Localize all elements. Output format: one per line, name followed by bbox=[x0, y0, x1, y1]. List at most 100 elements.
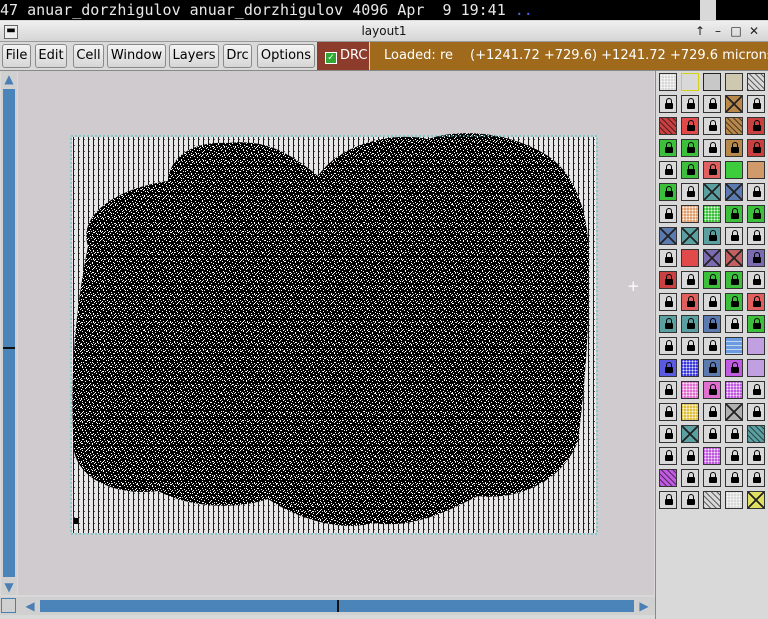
layer-swatch[interactable] bbox=[681, 205, 699, 223]
layer-swatch[interactable] bbox=[681, 73, 699, 91]
vertical-scroll-track[interactable] bbox=[3, 89, 15, 577]
layer-swatch[interactable] bbox=[681, 227, 699, 245]
layer-swatch[interactable] bbox=[703, 227, 721, 245]
vertical-scroll-marker[interactable] bbox=[3, 347, 15, 349]
layer-swatch[interactable] bbox=[703, 161, 721, 179]
layer-swatch[interactable] bbox=[681, 381, 699, 399]
layer-swatch[interactable] bbox=[725, 161, 743, 179]
layer-swatch[interactable] bbox=[725, 491, 743, 509]
layer-swatch[interactable] bbox=[725, 249, 743, 267]
layer-swatch[interactable] bbox=[725, 271, 743, 289]
layer-swatch[interactable] bbox=[725, 205, 743, 223]
layer-swatch[interactable] bbox=[747, 359, 765, 377]
layer-swatch[interactable] bbox=[747, 161, 765, 179]
layer-swatch[interactable] bbox=[681, 117, 699, 135]
layer-swatch[interactable] bbox=[703, 469, 721, 487]
layer-swatch[interactable] bbox=[703, 359, 721, 377]
layer-swatch[interactable] bbox=[725, 359, 743, 377]
layer-swatch[interactable] bbox=[725, 469, 743, 487]
close-icon[interactable]: ✕ bbox=[746, 23, 762, 39]
layer-swatch[interactable] bbox=[703, 293, 721, 311]
layer-swatch[interactable] bbox=[681, 293, 699, 311]
layer-swatch[interactable] bbox=[725, 293, 743, 311]
drc-toggle[interactable]: ✓ DRC bbox=[317, 42, 369, 70]
layer-swatch[interactable] bbox=[659, 359, 677, 377]
layer-swatch[interactable] bbox=[725, 403, 743, 421]
layer-swatch[interactable] bbox=[703, 183, 721, 201]
window-titlebar[interactable]: ▬ layout1 ↑ – □ ✕ bbox=[0, 21, 768, 42]
layer-swatch[interactable] bbox=[681, 469, 699, 487]
horizontal-scroll-marker[interactable] bbox=[337, 600, 339, 612]
layer-swatch[interactable] bbox=[659, 337, 677, 355]
layer-swatch[interactable] bbox=[659, 293, 677, 311]
layer-swatch[interactable] bbox=[681, 447, 699, 465]
layer-swatch[interactable] bbox=[747, 249, 765, 267]
layer-swatch[interactable] bbox=[681, 139, 699, 157]
layer-swatch[interactable] bbox=[659, 161, 677, 179]
layer-swatch[interactable] bbox=[681, 249, 699, 267]
shade-up-icon[interactable]: ↑ bbox=[692, 23, 708, 39]
layer-swatch[interactable] bbox=[681, 425, 699, 443]
horizontal-scrollbar[interactable]: ◀ ▶ bbox=[0, 597, 655, 615]
layer-swatch[interactable] bbox=[725, 95, 743, 113]
layer-swatch[interactable] bbox=[659, 447, 677, 465]
minimize-icon[interactable]: – bbox=[710, 23, 726, 39]
layer-swatch[interactable] bbox=[747, 183, 765, 201]
menu-file[interactable]: File bbox=[2, 44, 31, 68]
layer-swatch[interactable] bbox=[681, 403, 699, 421]
layer-swatch[interactable] bbox=[747, 491, 765, 509]
menu-layers[interactable]: Layers bbox=[169, 44, 219, 68]
layer-swatch[interactable] bbox=[659, 95, 677, 113]
layer-swatch[interactable] bbox=[659, 205, 677, 223]
menu-options[interactable]: Options bbox=[257, 44, 315, 68]
layer-swatch[interactable] bbox=[681, 183, 699, 201]
layer-swatch[interactable] bbox=[659, 271, 677, 289]
layer-swatch[interactable] bbox=[725, 315, 743, 333]
layer-swatch[interactable] bbox=[725, 227, 743, 245]
scroll-corner-icon[interactable] bbox=[1, 598, 16, 613]
layer-swatch[interactable] bbox=[725, 139, 743, 157]
layer-swatch[interactable] bbox=[725, 183, 743, 201]
layer-swatch[interactable] bbox=[747, 425, 765, 443]
layer-swatch[interactable] bbox=[747, 447, 765, 465]
layer-swatch[interactable] bbox=[659, 139, 677, 157]
layer-swatch[interactable] bbox=[659, 403, 677, 421]
layer-swatch[interactable] bbox=[725, 447, 743, 465]
layer-swatch[interactable] bbox=[703, 447, 721, 465]
layer-swatch[interactable] bbox=[681, 359, 699, 377]
layer-swatch[interactable] bbox=[747, 293, 765, 311]
layer-swatch[interactable] bbox=[747, 403, 765, 421]
layer-swatch[interactable] bbox=[681, 337, 699, 355]
layer-swatch[interactable] bbox=[747, 205, 765, 223]
menu-edit[interactable]: Edit bbox=[35, 44, 67, 68]
layer-swatch[interactable] bbox=[747, 469, 765, 487]
layer-swatch[interactable] bbox=[747, 271, 765, 289]
menu-drc[interactable]: Drc bbox=[223, 44, 252, 68]
layer-swatch[interactable] bbox=[681, 491, 699, 509]
layer-swatch[interactable] bbox=[703, 73, 721, 91]
layer-swatch[interactable] bbox=[659, 315, 677, 333]
layer-swatch[interactable] bbox=[747, 73, 765, 91]
layer-swatch[interactable] bbox=[659, 183, 677, 201]
layer-swatch[interactable] bbox=[747, 139, 765, 157]
layer-swatch[interactable] bbox=[659, 249, 677, 267]
terminal-scrollbar[interactable] bbox=[700, 0, 716, 20]
scroll-up-arrow-icon[interactable]: ▲ bbox=[1, 71, 17, 87]
layer-swatch[interactable] bbox=[659, 117, 677, 135]
layer-swatch[interactable] bbox=[703, 117, 721, 135]
scroll-left-arrow-icon[interactable]: ◀ bbox=[22, 597, 38, 615]
layer-swatch[interactable] bbox=[681, 271, 699, 289]
scroll-right-arrow-icon[interactable]: ▶ bbox=[636, 597, 652, 615]
layer-swatch[interactable] bbox=[747, 227, 765, 245]
maximize-icon[interactable]: □ bbox=[728, 23, 744, 39]
layer-swatch[interactable] bbox=[725, 425, 743, 443]
vertical-scrollbar[interactable]: ▲ ▼ bbox=[1, 71, 17, 595]
layer-swatch[interactable] bbox=[659, 73, 677, 91]
layer-swatch[interactable] bbox=[681, 161, 699, 179]
layer-swatch[interactable] bbox=[681, 95, 699, 113]
layer-swatch[interactable] bbox=[703, 315, 721, 333]
scroll-down-arrow-icon[interactable]: ▼ bbox=[1, 579, 17, 595]
layer-swatch[interactable] bbox=[703, 95, 721, 113]
layer-swatch[interactable] bbox=[703, 249, 721, 267]
layout-drawing[interactable] bbox=[18, 71, 654, 595]
